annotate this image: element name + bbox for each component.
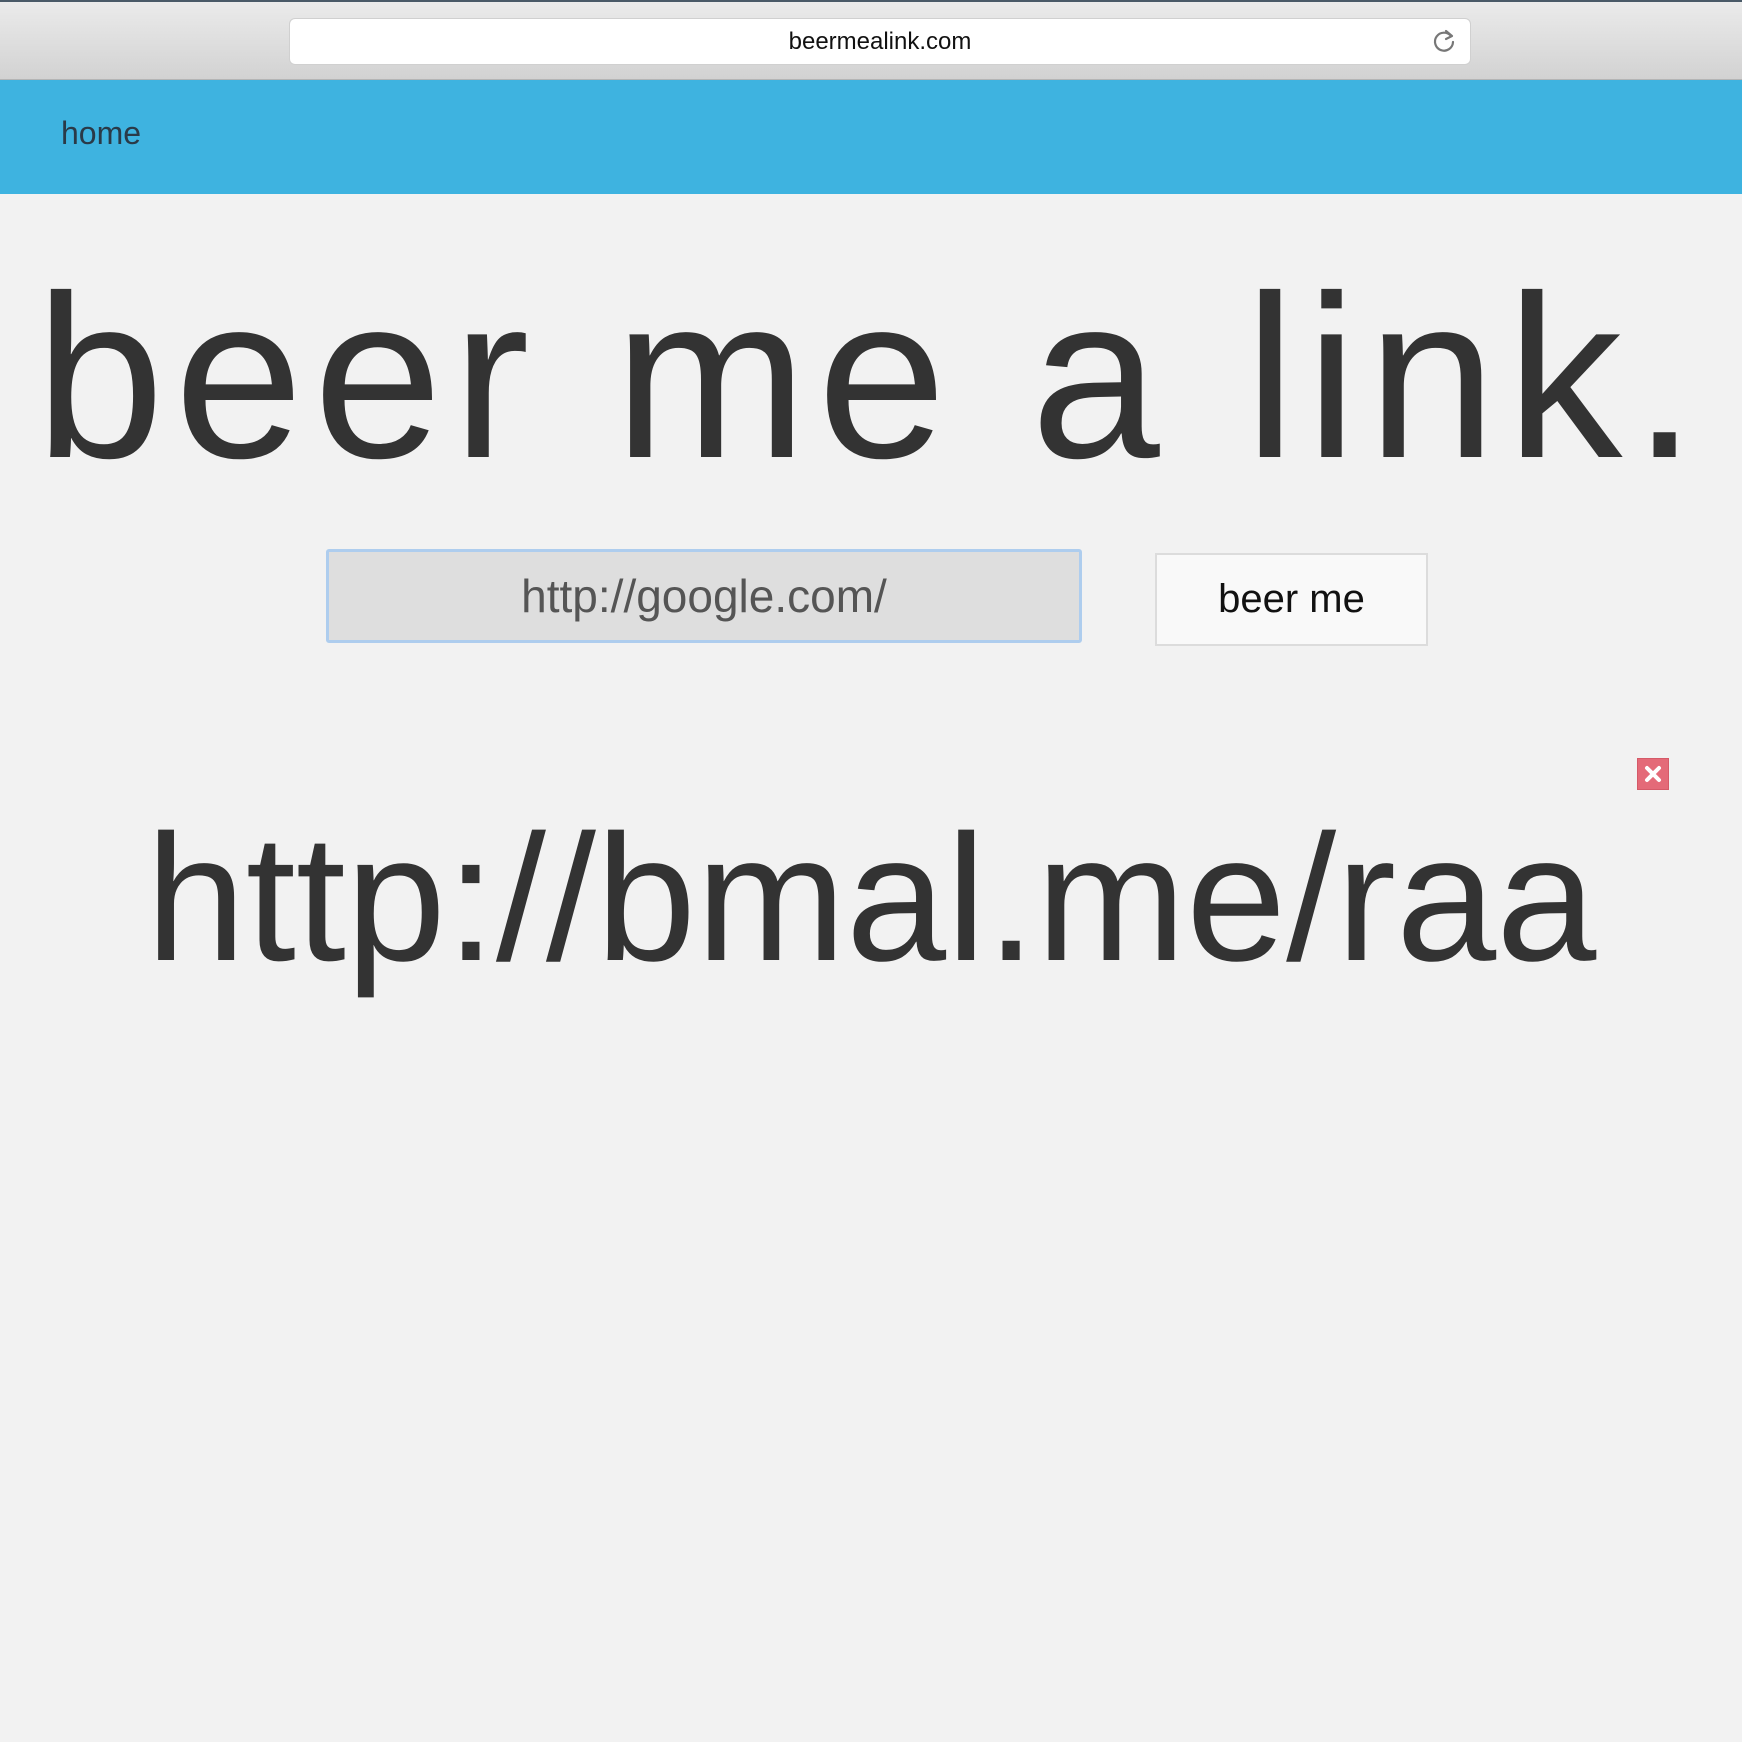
beer-me-button[interactable]: beer me — [1155, 553, 1428, 646]
short-link-result[interactable]: http://bmal.me/raa — [0, 800, 1742, 998]
url-input[interactable] — [326, 549, 1082, 643]
browser-toolbar: beermealink.com — [0, 0, 1742, 80]
address-text[interactable]: beermealink.com — [290, 19, 1470, 64]
address-bar[interactable]: beermealink.com — [290, 19, 1470, 64]
navbar: home — [0, 80, 1742, 194]
close-icon[interactable] — [1637, 758, 1669, 790]
page-title: beer me a link. — [35, 248, 1707, 507]
nav-home-link[interactable]: home — [61, 115, 141, 152]
reload-icon[interactable] — [1430, 27, 1458, 55]
